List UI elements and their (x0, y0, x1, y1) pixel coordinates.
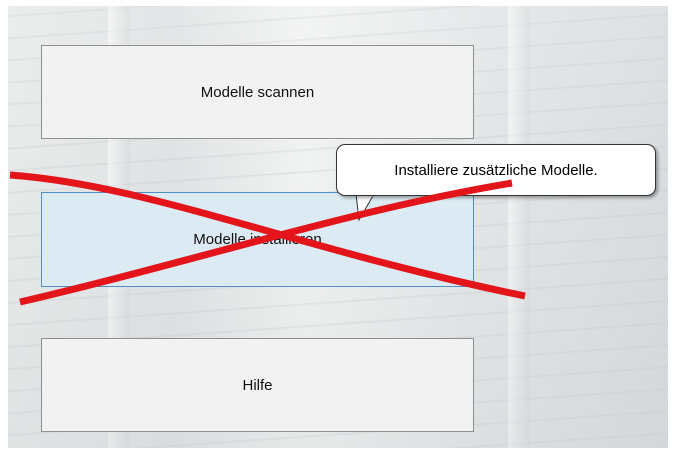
install-models-label: Modelle installieren (193, 231, 322, 248)
help-label: Hilfe (242, 376, 273, 394)
background-pillar (508, 6, 530, 448)
tooltip-text: Installiere zusätzliche Modelle. (394, 161, 598, 179)
scan-models-button[interactable]: Modelle scannen (41, 45, 474, 139)
help-button[interactable]: Hilfe (41, 338, 474, 432)
install-models-button[interactable]: Modelle installieren (41, 192, 474, 287)
scan-models-label: Modelle scannen (200, 83, 315, 101)
tooltip: Installiere zusätzliche Modelle. (336, 144, 656, 196)
tooltip-tail (355, 194, 375, 222)
